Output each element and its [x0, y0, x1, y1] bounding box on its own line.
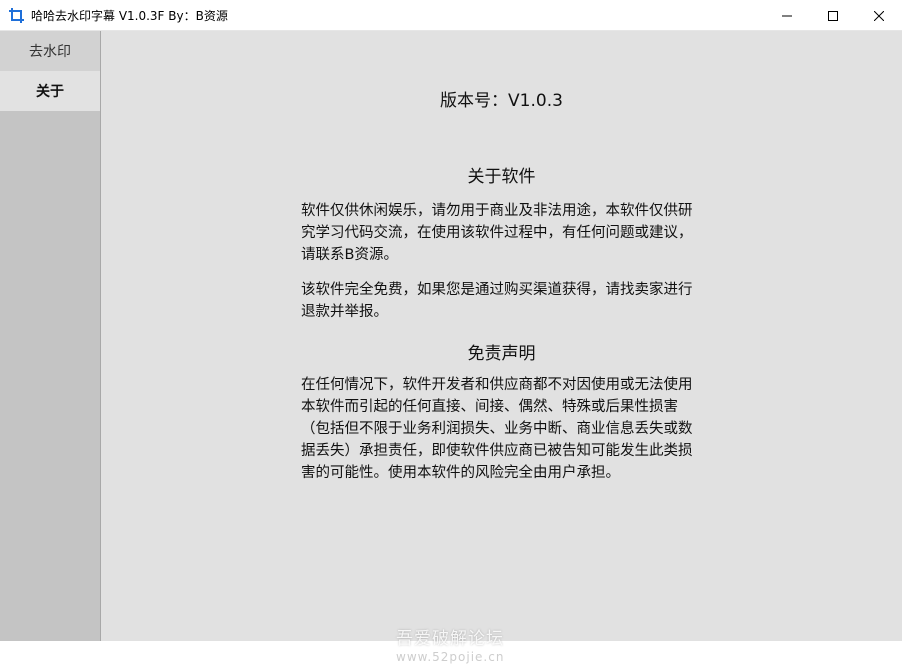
- maximize-icon: [828, 10, 838, 21]
- maximize-button[interactable]: [810, 0, 856, 31]
- minimize-icon: [782, 11, 792, 21]
- disclaimer-paragraph: 在任何情况下，软件开发者和供应商都不对因使用或无法使用本软件而引起的任何直接、间…: [301, 377, 693, 481]
- watermark-logo: 吾爱破解论坛: [396, 629, 504, 649]
- title-bar: 哈哈去水印字幕 V1.0.3F By：B资源: [0, 0, 902, 31]
- version-label: 版本号：V1.0.3: [440, 91, 563, 111]
- disclaimer-heading: 免责声明: [467, 344, 536, 364]
- window-title: 哈哈去水印字幕 V1.0.3F By：B资源: [31, 9, 228, 23]
- crop-icon: [9, 8, 24, 23]
- sidebar-item-remove-watermark[interactable]: 去水印: [0, 31, 100, 71]
- sidebar: 去水印 关于: [0, 31, 101, 641]
- about-panel: 版本号：V1.0.3 关于软件 软件仅供休闲娱乐，请勿用于商业及非法用途，本软件…: [101, 31, 902, 641]
- close-icon: [874, 10, 884, 21]
- close-button[interactable]: [856, 0, 902, 31]
- about-heading: 关于软件: [467, 167, 536, 187]
- sidebar-item-about[interactable]: 关于: [0, 71, 100, 111]
- about-paragraph-2: 该软件完全免费，如果您是通过购买渠道获得，请找卖家进行退款并举报。: [301, 282, 693, 320]
- watermark-url: www.52pojie.cn: [396, 650, 505, 664]
- about-paragraph-1: 软件仅供休闲娱乐，请勿用于商业及非法用途，本软件仅供研究学习代码交流，在使用该软…: [301, 203, 693, 263]
- minimize-button[interactable]: [764, 0, 810, 31]
